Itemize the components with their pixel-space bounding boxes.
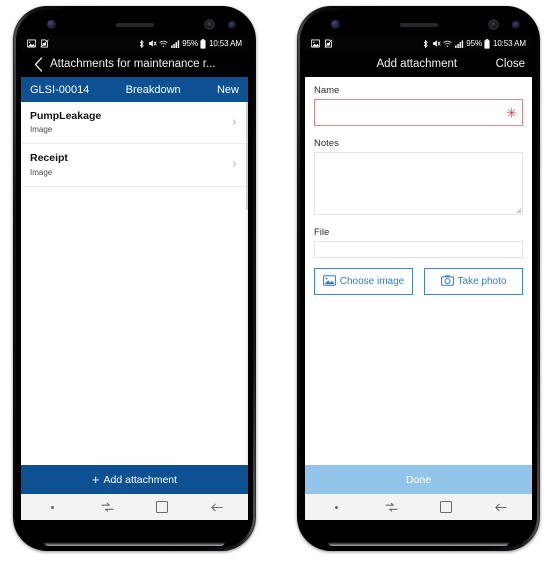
app-title-bar-left: Attachments for maintenance r... [21,51,248,77]
record-summary-header: GLSI-00014 Breakdown New [21,77,248,102]
iris-scanner-icon [331,20,340,29]
phone-right-sensor-row [300,17,537,33]
home-square-icon[interactable] [145,497,179,517]
recents-dot-icon[interactable] [35,497,69,517]
name-input[interactable]: ✳ [314,99,523,126]
image-icon [27,39,36,48]
battery-percent-label: 95% [466,39,482,48]
phone-left-body: 95% 10:53 AM Attachments for maintenance… [16,10,253,547]
take-photo-button[interactable]: Take photo [424,268,523,295]
attachment-list[interactable]: PumpLeakage Image › Receipt Image › [21,102,248,465]
phone-left-chin-gloss [44,542,225,546]
plus-icon: + [91,471,100,487]
proximity-sensor-icon [512,21,520,29]
page-title: Attachments for maintenance r... [50,58,216,70]
chevron-right-icon: › [231,114,237,130]
dialog-title: Add attachment [376,58,458,70]
battery-icon [484,38,491,49]
chevron-right-icon: › [231,157,237,173]
sim-card-off-icon [324,39,333,48]
required-asterisk-icon: ✳ [506,105,517,120]
status-bar-right-icons: 95% 10:53 AM [138,38,242,49]
phone-left: 95% 10:53 AM Attachments for maintenance… [13,6,256,551]
android-nav-bar-left [21,494,248,520]
app-title-bar-right: Add attachment Close [305,51,532,77]
status-bar-left-icons [27,39,49,48]
earpiece-speaker [399,23,438,27]
notes-textarea[interactable] [314,152,523,215]
choose-image-label: Choose image [339,276,405,287]
signal-icon [454,39,464,48]
list-item-texts: PumpLeakage Image [30,109,232,135]
list-item-texts: Receipt Image [30,151,232,177]
done-label: Done [405,473,432,486]
battery-percent-label: 95% [182,39,198,48]
phone-left-sensor-row [16,17,253,33]
phone-right: 95% 10:53 AM Add attachment Close Name ✳ [297,6,540,551]
list-scrollbar-thumb[interactable] [246,102,248,210]
clock-label: 10:53 AM [208,39,242,48]
add-attachment-button[interactable]: + Add attachment [21,465,248,494]
android-nav-bar-right [305,494,532,520]
phone-right-body: 95% 10:53 AM Add attachment Close Name ✳ [300,10,537,547]
file-label: File [314,227,330,238]
add-attachment-form: Name ✳ Notes File Choose image Take phot… [305,77,532,465]
multitask-icon[interactable] [374,497,408,517]
sim-card-off-icon [40,39,49,48]
choose-image-button[interactable]: Choose image [314,268,413,295]
phone-right-chin-gloss [328,542,509,546]
wifi-icon [443,40,452,48]
attachment-name: Receipt [30,152,68,165]
battery-icon [200,38,207,49]
record-id: GLSI-00014 [30,83,90,96]
record-status: New [216,83,239,96]
list-item[interactable]: PumpLeakage Image › [21,102,248,145]
recents-dot-icon[interactable] [319,497,353,517]
list-item[interactable]: Receipt Image › [21,144,248,187]
bluetooth-icon [422,39,429,49]
done-button[interactable]: Done [305,465,532,494]
mute-icon [148,39,157,48]
status-bar-right-icons: 95% 10:53 AM [422,38,526,49]
bluetooth-icon [138,39,145,49]
clock-label: 10:53 AM [492,39,526,48]
proximity-sensor-icon [228,21,236,29]
earpiece-speaker [115,23,154,27]
status-bar-right: 95% 10:53 AM [305,36,532,51]
home-square-icon[interactable] [429,497,463,517]
status-bar-left-icons [311,39,333,48]
attachment-name: PumpLeakage [30,110,102,122]
phone-left-screen: 95% 10:53 AM Attachments for maintenance… [21,36,248,520]
mute-icon [432,39,441,48]
wifi-icon [159,40,168,48]
front-camera-icon [204,19,215,30]
notes-label: Notes [314,138,339,149]
back-chevron-icon[interactable] [29,55,47,73]
list-scrollbar-track[interactable] [246,102,248,465]
name-label: Name [314,85,340,96]
status-bar-left: 95% 10:53 AM [21,36,248,51]
attachment-type: Image [30,167,53,177]
close-button[interactable]: Close [496,58,525,70]
iris-scanner-icon [47,20,56,29]
image-picture-icon [322,274,336,289]
phone-right-screen: 95% 10:53 AM Add attachment Close Name ✳ [305,36,532,520]
media-button-row: Choose image Take photo [314,268,523,295]
multitask-icon[interactable] [90,497,124,517]
file-input[interactable] [314,241,523,258]
front-camera-icon [488,19,499,30]
take-photo-label: Take photo [457,276,507,287]
signal-icon [170,39,180,48]
camera-icon [440,274,454,289]
back-arrow-icon[interactable] [200,497,234,517]
attachment-type: Image [30,125,53,135]
back-arrow-icon[interactable] [484,497,518,517]
image-icon [311,39,320,48]
add-attachment-label: Add attachment [103,473,178,486]
record-type: Breakdown [125,83,181,96]
